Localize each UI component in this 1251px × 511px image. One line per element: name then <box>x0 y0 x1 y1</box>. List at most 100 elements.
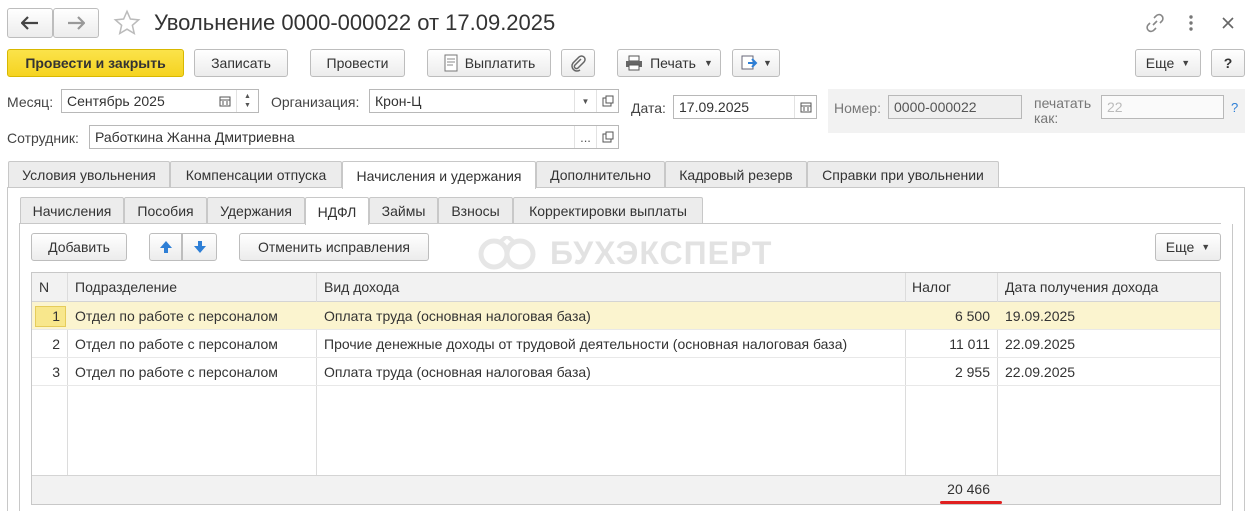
more-button[interactable]: Еще ▼ <box>1135 49 1201 77</box>
dropdown-icon[interactable]: ▼ <box>574 90 596 112</box>
paperclip-icon <box>571 55 586 72</box>
move-down-button[interactable] <box>182 233 217 261</box>
create-based-on-button[interactable]: ▼ <box>732 49 780 77</box>
spin-icon[interactable]: ▲ ▼ <box>236 90 258 112</box>
tab-personnel-reserve[interactable]: Кадровый резерв <box>665 161 807 187</box>
row-department: Отдел по работе с персоналом <box>75 364 278 380</box>
row-department: Отдел по работе с персоналом <box>75 336 278 352</box>
printer-icon <box>626 55 643 71</box>
month-label: Месяц: <box>7 94 54 110</box>
col-header-tax[interactable]: Налог <box>912 273 951 301</box>
create-from-icon <box>741 55 758 70</box>
row-tax: 2 955 <box>954 364 990 380</box>
favorite-button[interactable] <box>111 8 143 38</box>
document-icon <box>444 54 458 72</box>
owl-logo-icon <box>478 235 536 269</box>
subtab-contributions[interactable]: Взносы <box>438 197 513 223</box>
subtab-ndfl[interactable]: НДФЛ <box>305 197 369 225</box>
col-header-income-date[interactable]: Дата получения дохода <box>1005 273 1158 301</box>
chevron-down-icon: ▼ <box>1201 242 1211 252</box>
arrow-left-icon <box>21 16 38 30</box>
row-income-date: 22.09.2025 <box>1005 364 1076 380</box>
table-more-button[interactable]: Еще ▼ <box>1155 233 1221 261</box>
arrow-down-icon <box>193 241 206 253</box>
close-button[interactable] <box>1216 10 1240 36</box>
forward-button[interactable] <box>53 8 99 38</box>
employee-label: Сотрудник: <box>7 130 79 146</box>
date-value: 17.09.2025 <box>679 99 750 115</box>
print-as-placeholder: 22 <box>1107 99 1123 115</box>
calendar-icon[interactable] <box>214 90 236 112</box>
date-label: Дата: <box>631 100 666 116</box>
print-button[interactable]: Печать ▼ <box>617 49 721 77</box>
month-value: Сентябрь 2025 <box>67 93 165 109</box>
back-button[interactable] <box>7 8 53 38</box>
organization-field[interactable]: Крон-Ц ▼ <box>369 89 619 113</box>
vertical-dots-icon <box>1189 15 1193 31</box>
more-label: Еще <box>1145 55 1175 71</box>
date-field[interactable]: 17.09.2025 <box>673 95 817 119</box>
save-button[interactable]: Записать <box>194 49 288 77</box>
select-ellipsis-icon[interactable]: ... <box>574 126 596 148</box>
open-icon[interactable] <box>596 126 618 148</box>
watermark-text: БУХЭКСПЕРТ <box>550 235 773 271</box>
tab-termination-certificates[interactable]: Справки при увольнении <box>807 161 999 187</box>
add-button[interactable]: Добавить <box>31 233 127 261</box>
row-tax: 11 011 <box>949 336 990 352</box>
watermark-logo: БУХЭКСПЕРТ <box>476 235 772 272</box>
employee-value: Работкина Жанна Дмитриевна <box>95 129 295 145</box>
total-underline <box>940 501 1002 504</box>
tab-vacation-compensation[interactable]: Компенсации отпуска <box>170 161 342 187</box>
close-icon <box>1222 17 1234 29</box>
col-header-income-type[interactable]: Вид дохода <box>324 273 399 301</box>
print-label: Печать <box>650 55 696 71</box>
print-as-help[interactable]: ? <box>1231 100 1238 115</box>
subtab-loans[interactable]: Займы <box>369 197 438 223</box>
month-field[interactable]: Сентябрь 2025 ▲ ▼ <box>61 89 259 113</box>
row-income-type: Оплата труда (основная налоговая база) <box>324 308 591 324</box>
attach-button[interactable] <box>561 49 595 77</box>
row-number: 2 <box>52 336 60 352</box>
link-icon <box>1146 13 1164 33</box>
col-header-department[interactable]: Подразделение <box>75 273 177 301</box>
subtab-accruals[interactable]: Начисления <box>20 197 124 223</box>
open-icon[interactable] <box>596 90 618 112</box>
print-as-field[interactable]: 22 <box>1101 95 1224 119</box>
chevron-down-icon: ▼ <box>703 58 713 68</box>
post-button[interactable]: Провести <box>310 49 405 77</box>
post-and-close-button[interactable]: Провести и закрыть <box>7 49 184 77</box>
total-tax: 20 466 <box>947 481 990 497</box>
star-icon <box>113 9 141 36</box>
ndfl-table: N Подразделение Вид дохода Налог Дата по… <box>31 272 1221 505</box>
more-actions-button[interactable] <box>1180 10 1202 36</box>
organization-value: Крон-Ц <box>375 93 422 109</box>
row-income-type: Прочие денежные доходы от трудовой деяте… <box>324 336 848 352</box>
tab-termination-conditions[interactable]: Условия увольнения <box>8 161 170 187</box>
print-as-label: печатать как: <box>1034 95 1092 126</box>
link-button[interactable] <box>1142 10 1168 36</box>
tab-accruals-deductions[interactable]: Начисления и удержания <box>342 161 536 189</box>
table-more-label: Еще <box>1165 239 1195 255</box>
arrow-right-icon <box>68 16 85 30</box>
tab-additional[interactable]: Дополнительно <box>536 161 665 187</box>
row-number: 1 <box>52 308 60 324</box>
row-tax: 6 500 <box>954 308 990 324</box>
cancel-corrections-button[interactable]: Отменить исправления <box>239 233 429 261</box>
arrow-up-icon <box>159 241 172 253</box>
page-title: Увольнение 0000-000022 от 17.09.2025 <box>154 10 556 35</box>
subtab-deductions[interactable]: Удержания <box>207 197 305 223</box>
subtab-benefits[interactable]: Пособия <box>124 197 207 223</box>
subtab-payment-adjustments[interactable]: Корректировки выплаты <box>513 197 703 223</box>
pay-button[interactable]: Выплатить <box>427 49 551 77</box>
pay-label: Выплатить <box>464 55 536 71</box>
number-field[interactable]: 0000-000022 <box>888 95 1022 119</box>
help-button[interactable]: ? <box>1211 49 1245 77</box>
row-income-date: 22.09.2025 <box>1005 336 1076 352</box>
calendar-icon[interactable] <box>794 96 816 118</box>
employee-field[interactable]: Работкина Жанна Дмитриевна ... <box>89 125 619 149</box>
number-label: Номер: <box>834 100 881 116</box>
row-income-date: 19.09.2025 <box>1005 308 1076 324</box>
move-up-button[interactable] <box>149 233 182 261</box>
col-header-n[interactable]: N <box>39 273 49 301</box>
row-department: Отдел по работе с персоналом <box>75 308 278 324</box>
